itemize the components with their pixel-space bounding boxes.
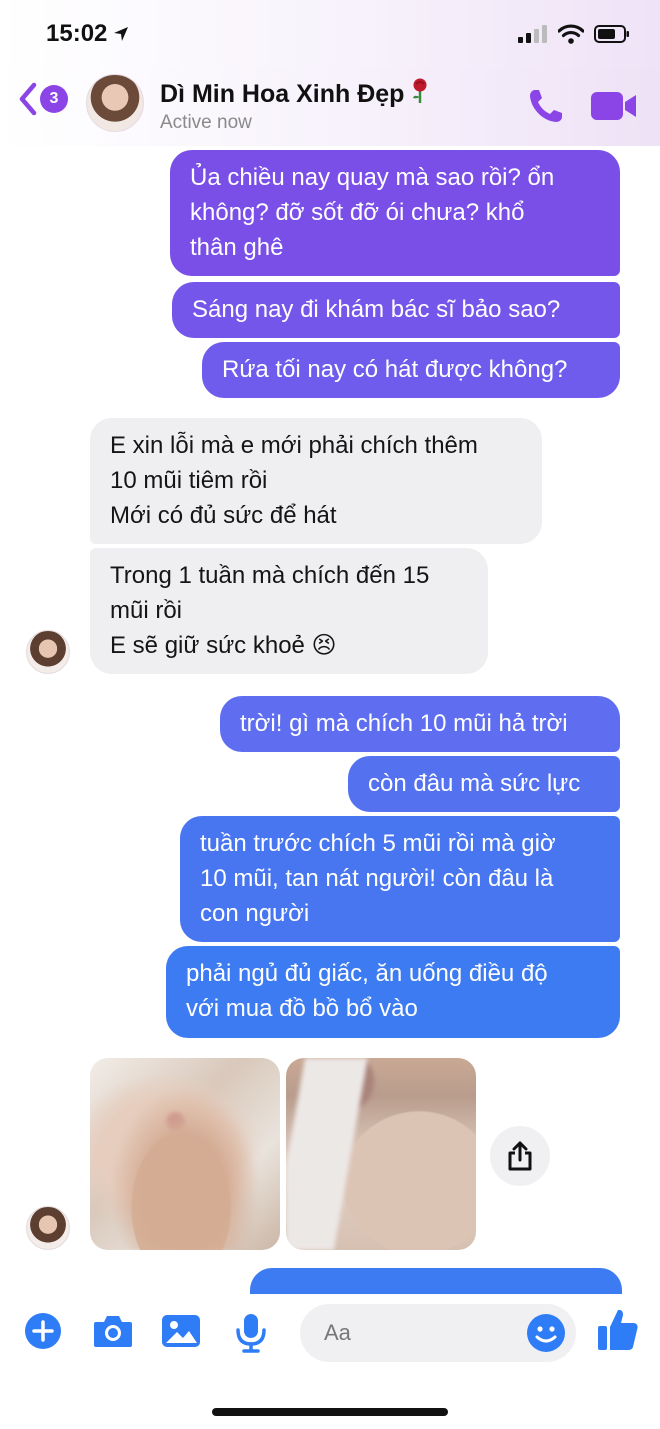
message-line: với mua đồ bồ bổ vào [186,995,418,1022]
message-composer [0,1294,660,1429]
contact-name-row[interactable]: Dì Min Hoa Xinh Đẹp [160,78,430,111]
clock-text: 15:02 [46,20,108,47]
more-actions-button[interactable] [24,1312,62,1355]
message-line: con người [200,900,310,927]
battery-icon [594,25,629,43]
message-input-field[interactable] [300,1304,576,1362]
status-time: 15:02 [46,20,129,48]
photo-attachment[interactable] [286,1058,476,1250]
share-button[interactable] [490,1126,550,1186]
message-line: Rứa tối nay có hát được không? [222,356,568,383]
message-line: mũi rồi [110,597,183,624]
message-bubble-incoming[interactable]: Trong 1 tuần mà chích đến 15 mũi rồi E s… [90,548,488,674]
message-line: Trong 1 tuần mà chích đến 15 [110,562,430,589]
microphone-icon [236,1314,266,1353]
plus-circle-icon [25,1313,61,1349]
camera-button[interactable] [92,1312,134,1355]
voice-call-button[interactable] [526,86,566,131]
wifi-icon [558,24,584,44]
message-line: Sáng nay đi khám bác sĩ bảo sao? [192,296,561,323]
like-button[interactable] [596,1306,640,1357]
contact-avatar[interactable] [86,74,144,132]
back-chevron-icon [19,82,37,116]
message-line: 10 mũi tiêm rồi [110,467,268,494]
message-line: còn đâu mà sức lực [368,770,581,797]
message-line: Mới có đủ sức để hát [110,502,337,529]
signal-icon [518,25,547,43]
video-call-button[interactable] [590,90,638,127]
smiley-icon [527,1314,565,1352]
message-line: phải ngủ đủ giấc, ăn uống điều độ [186,960,548,987]
message-line: E sẽ giữ sức khoẻ 😣 [110,632,337,659]
message-line: 10 mũi, tan nát người! còn đâu là [200,865,554,892]
sender-avatar[interactable] [26,1206,70,1250]
status-icons [518,24,630,44]
status-bar: 15:02 [0,0,660,68]
contact-name: Dì Min Hoa Xinh Đẹp [160,80,405,108]
share-icon [508,1141,532,1171]
message-line: không? đỡ sốt đỡ ói chưa? khổ [190,199,525,226]
image-icon [162,1315,200,1347]
contact-status: Active now [160,112,252,133]
photo-attachment[interactable] [90,1058,280,1250]
emoji-button[interactable] [526,1313,566,1358]
message-line: thân ghê [190,234,284,261]
message-line: trời! gì mà chích 10 mũi hả trời [240,710,568,737]
blurred-photo [90,1058,280,1250]
message-bubble-outgoing[interactable]: còn đâu mà sức lực [348,756,620,812]
conversation-header: 3 Dì Min Hoa Xinh Đẹp Active now [0,68,660,146]
message-line: Ủa chiều nay quay mà sao rồi? ổn [190,164,555,191]
blurred-photo [286,1058,476,1250]
location-arrow-icon [114,27,129,41]
message-input[interactable] [324,1320,504,1346]
thumbs-up-icon [598,1309,638,1350]
gallery-button[interactable] [160,1312,202,1355]
video-camera-icon [591,92,636,120]
rose-emoji-icon [410,78,430,111]
unread-count-badge: 3 [40,85,68,113]
back-button[interactable]: 3 [18,82,68,116]
sender-avatar[interactable] [26,630,70,674]
message-bubble-outgoing[interactable]: Ủa chiều nay quay mà sao rồi? ổn không? … [170,150,620,276]
camera-icon [94,1316,132,1347]
message-bubble-outgoing[interactable]: trời! gì mà chích 10 mũi hả trời [220,696,620,752]
message-bubble-outgoing[interactable]: Rứa tối nay có hát được không? [202,342,620,398]
message-bubble-outgoing[interactable]: tuần trước chích 5 mũi rồi mà giờ 10 mũi… [180,816,620,942]
message-bubble-incoming[interactable]: E xin lỗi mà e mới phải chích thêm 10 mũ… [90,418,542,544]
home-indicator [212,1408,448,1416]
message-line: E xin lỗi mà e mới phải chích thêm [110,432,478,459]
message-line: tuần trước chích 5 mũi rồi mà giờ [200,830,556,857]
voice-message-button[interactable] [234,1312,268,1359]
phone-icon [530,90,562,122]
message-bubble-outgoing[interactable]: Sáng nay đi khám bác sĩ bảo sao? [172,282,620,338]
message-bubble-outgoing[interactable]: phải ngủ đủ giấc, ăn uống điều độ với mu… [166,946,620,1038]
